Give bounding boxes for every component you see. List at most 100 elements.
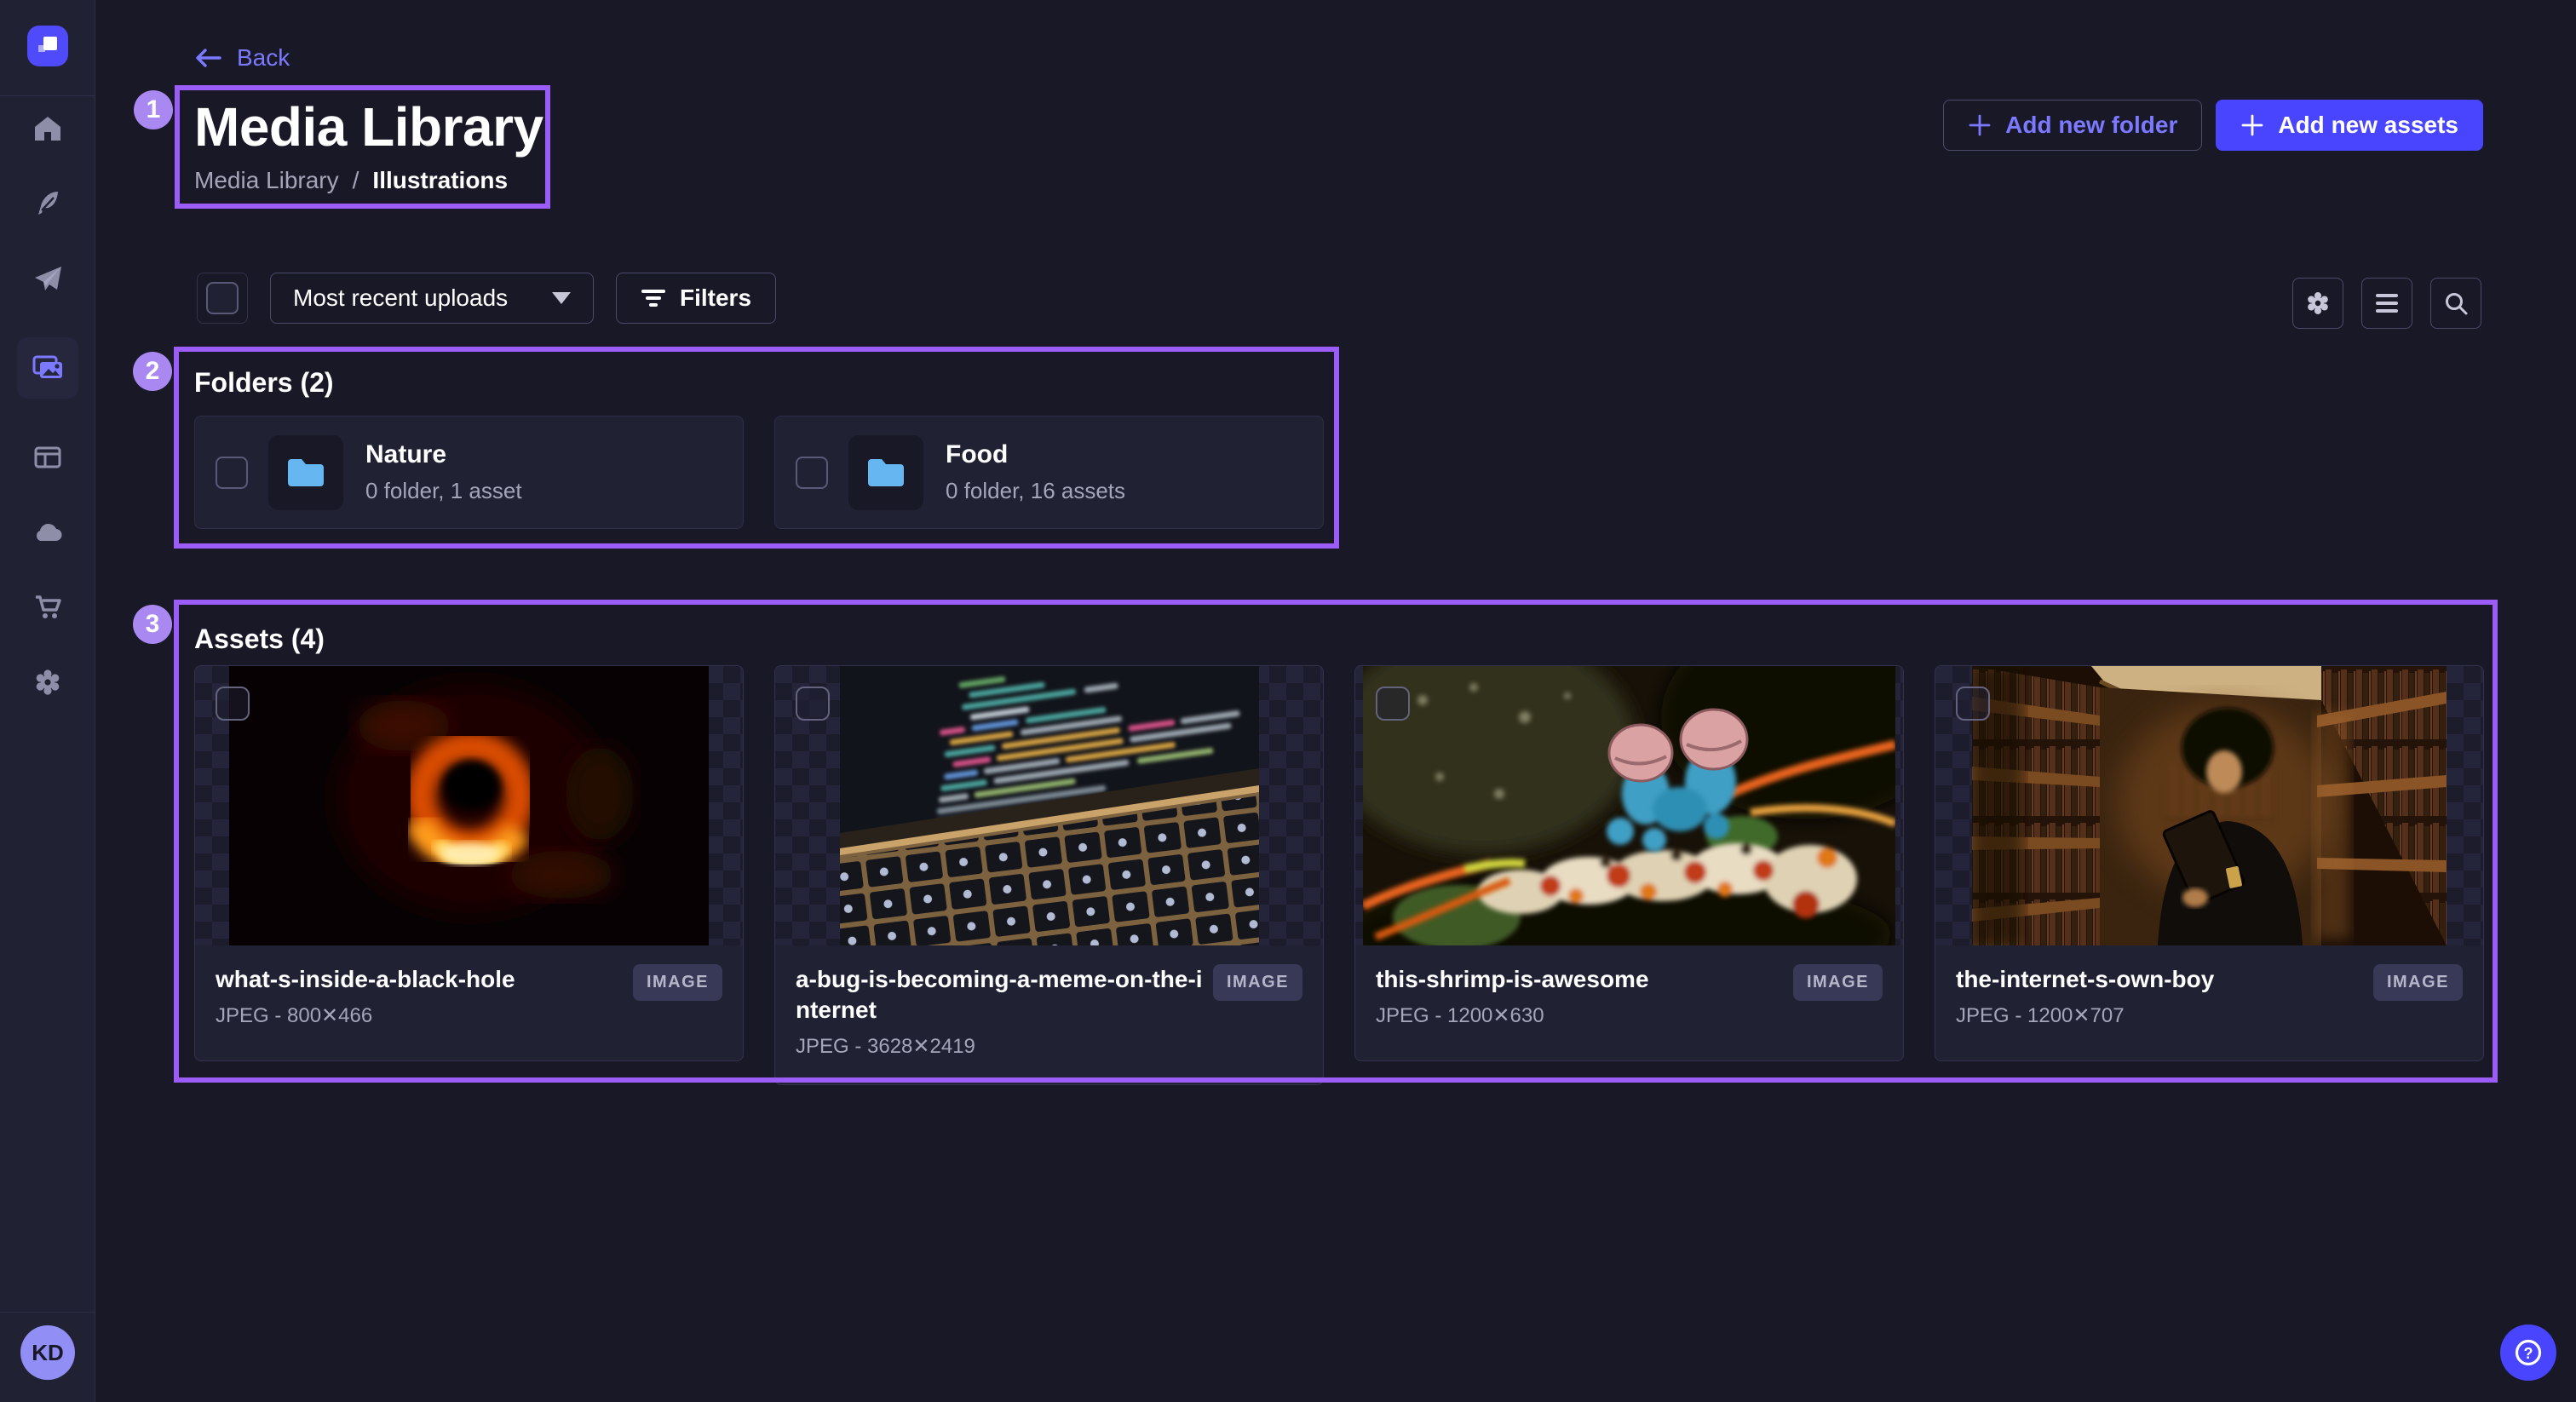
folders-row: Nature 0 folder, 1 asset Food 0 folder, … <box>194 416 1324 529</box>
asset-footer: what-s-inside-a-black-hole JPEG - 800✕46… <box>195 945 743 1060</box>
sidebar: KD <box>0 0 95 1402</box>
asset-meta: JPEG - 3628✕2419 <box>796 1034 1203 1059</box>
folder-icon <box>865 456 907 490</box>
assets-row: what-s-inside-a-black-hole JPEG - 800✕46… <box>194 665 2484 1085</box>
title-block: Media Library Media Library / Illustrati… <box>194 99 543 194</box>
cart-icon <box>32 592 63 623</box>
sidebar-nav <box>0 112 95 698</box>
back-label: Back <box>237 44 290 72</box>
sidebar-item-settings[interactable] <box>17 666 78 698</box>
annotation-badge-3: 3 <box>133 605 172 644</box>
asset-meta: JPEG - 800✕466 <box>216 1003 623 1028</box>
sidebar-item-media-library[interactable] <box>17 337 78 399</box>
page-title: Media Library <box>194 99 543 155</box>
gear-icon <box>32 667 63 698</box>
asset-meta: JPEG - 1200✕630 <box>1376 1003 1783 1028</box>
filter-icon <box>641 288 666 308</box>
asset-card-black-hole[interactable]: what-s-inside-a-black-hole JPEG - 800✕46… <box>194 665 744 1061</box>
images-icon <box>31 353 65 383</box>
folder-card-nature[interactable]: Nature 0 folder, 1 asset <box>194 416 744 529</box>
annotation-badge-1: 1 <box>134 90 173 129</box>
folder-checkbox[interactable] <box>796 457 828 489</box>
toolbar: Most recent uploads Filters <box>197 273 776 324</box>
asset-texts: what-s-inside-a-black-hole JPEG - 800✕46… <box>216 964 623 1028</box>
asset-checkbox[interactable] <box>1376 687 1410 721</box>
list-view-button[interactable] <box>2361 278 2412 329</box>
asset-card-library-portrait[interactable]: the-internet-s-own-boy JPEG - 1200✕707 I… <box>1935 665 2484 1061</box>
folder-checkbox[interactable] <box>216 457 248 489</box>
settings-button[interactable] <box>2292 278 2343 329</box>
asset-type-badge: IMAGE <box>633 964 722 1001</box>
asset-footer: the-internet-s-own-boy JPEG - 1200✕707 I… <box>1935 945 2483 1060</box>
assets-heading: Assets (4) <box>194 622 2484 656</box>
strapi-logo-icon <box>35 33 60 59</box>
chevron-down-icon <box>552 292 571 304</box>
media-library-page: KD Back Media Library Media Library / Il… <box>0 0 2576 1402</box>
add-new-assets-button[interactable]: Add new assets <box>2216 100 2483 151</box>
add-new-folder-button[interactable]: Add new folder <box>1943 100 2202 151</box>
plus-icon <box>2240 113 2264 137</box>
strapi-logo[interactable] <box>27 26 68 66</box>
list-icon <box>2374 292 2400 314</box>
asset-footer: a-bug-is-becoming-a-meme-on-the-internet… <box>775 945 1323 1084</box>
back-arrow-icon <box>194 47 223 69</box>
asset-type-badge: IMAGE <box>2373 964 2463 1001</box>
sidebar-item-cloud[interactable] <box>17 516 78 549</box>
breadcrumb-separator: / <box>353 167 359 194</box>
library-portrait-photo <box>1972 666 2447 945</box>
asset-checkbox[interactable] <box>796 687 830 721</box>
asset-name: this-shrimp-is-awesome <box>1376 964 1783 995</box>
asset-name: the-internet-s-own-boy <box>1956 964 2363 995</box>
asset-checkbox[interactable] <box>1956 687 1990 721</box>
layout-icon <box>32 442 63 473</box>
folder-meta: 0 folder, 1 asset <box>365 478 522 504</box>
add-new-assets-label: Add new assets <box>2278 112 2458 139</box>
user-avatar[interactable]: KD <box>20 1325 75 1380</box>
sidebar-item-purchase[interactable] <box>17 591 78 623</box>
asset-card-laptop-code[interactable]: a-bug-is-becoming-a-meme-on-the-internet… <box>774 665 1324 1085</box>
feather-icon <box>32 188 63 219</box>
select-all-container <box>197 273 248 324</box>
sidebar-item-content[interactable] <box>17 187 78 220</box>
asset-name: what-s-inside-a-black-hole <box>216 964 623 995</box>
help-button[interactable]: ? <box>2500 1324 2556 1381</box>
asset-texts: the-internet-s-own-boy JPEG - 1200✕707 <box>1956 964 2363 1028</box>
back-link[interactable]: Back <box>194 44 290 72</box>
search-icon <box>2443 290 2469 316</box>
black-hole-photo <box>229 666 709 945</box>
asset-checkbox[interactable] <box>216 687 250 721</box>
asset-card-shrimp[interactable]: this-shrimp-is-awesome JPEG - 1200✕630 I… <box>1354 665 1904 1061</box>
laptop-code-photo <box>840 666 1259 945</box>
sidebar-item-deploy[interactable] <box>17 262 78 295</box>
asset-type-badge: IMAGE <box>1793 964 1883 1001</box>
sidebar-item-home[interactable] <box>17 112 78 145</box>
help-question-icon: ? <box>2514 1338 2543 1367</box>
filters-label: Filters <box>680 284 751 312</box>
view-controls <box>2292 278 2481 329</box>
folders-heading: Folders (2) <box>194 365 1324 399</box>
svg-text:?: ? <box>2524 1345 2533 1362</box>
breadcrumb-current: Illustrations <box>372 167 508 194</box>
sidebar-divider-top <box>0 95 95 96</box>
plus-icon <box>1968 113 1992 137</box>
sidebar-item-marketplace[interactable] <box>17 441 78 474</box>
sort-dropdown[interactable]: Most recent uploads <box>270 273 594 324</box>
user-initials: KD <box>32 1340 64 1366</box>
paper-plane-icon <box>32 263 63 294</box>
assets-section: Assets (4) <box>194 622 2484 1085</box>
asset-footer: this-shrimp-is-awesome JPEG - 1200✕630 I… <box>1355 945 1903 1060</box>
filters-button[interactable]: Filters <box>616 273 776 324</box>
select-all-checkbox[interactable] <box>206 282 239 314</box>
folder-name: Food <box>946 440 1125 469</box>
add-new-folder-label: Add new folder <box>2005 112 2177 139</box>
search-button[interactable] <box>2430 278 2481 329</box>
asset-preview <box>775 666 1323 945</box>
folder-text: Food 0 folder, 16 assets <box>946 440 1125 504</box>
asset-name: a-bug-is-becoming-a-meme-on-the-internet <box>796 964 1203 1026</box>
breadcrumb: Media Library / Illustrations <box>194 167 543 194</box>
asset-preview <box>1355 666 1903 945</box>
asset-meta: JPEG - 1200✕707 <box>1956 1003 2363 1028</box>
breadcrumb-root[interactable]: Media Library <box>194 167 339 194</box>
asset-preview <box>195 666 743 945</box>
folder-card-food[interactable]: Food 0 folder, 16 assets <box>774 416 1324 529</box>
